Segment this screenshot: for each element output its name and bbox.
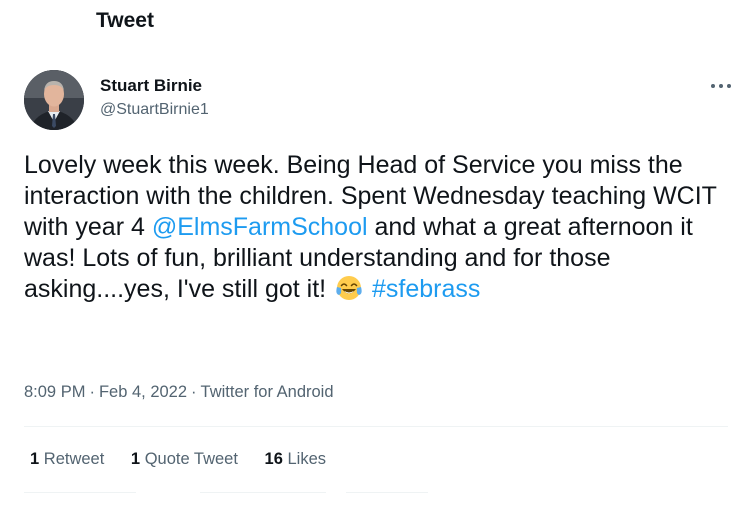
author-name[interactable]: Stuart Birnie [100,76,202,96]
avatar[interactable] [24,70,84,130]
tweet-text: Lovely week this week. Being Head of Ser… [24,150,746,305]
tweet-stats: 1 Retweet 1 Quote Tweet 16 Likes [30,450,348,469]
tweet-meta: 8:09 PM · Feb 4, 2022 · Twitter for Android [24,383,334,402]
divider [24,492,136,493]
more-horizontal-icon [711,84,731,88]
hashtag-link[interactable]: #sfebrass [372,275,480,303]
quote-tweets-stat[interactable]: 1 Quote Tweet [131,450,238,469]
page-title: Tweet [96,9,154,32]
divider [24,426,728,427]
tweet-source-link[interactable]: Twitter for Android [201,383,334,401]
quote-tweets-label: Quote Tweet [144,450,238,468]
divider [346,492,428,493]
face-with-tears-of-joy-icon [335,274,363,302]
mention-link[interactable]: @ElmsFarmSchool [152,213,368,241]
meta-separator: · [191,383,197,401]
retweets-label: Retweet [43,450,105,468]
avatar-photo [24,70,84,130]
tweet-date-link[interactable]: Feb 4, 2022 [99,383,187,401]
divider [200,492,326,493]
likes-count: 16 [264,450,283,468]
tweet-time-link[interactable]: 8:09 PM [24,383,85,401]
meta-separator: · [89,383,95,401]
likes-label: Likes [287,450,327,468]
quote-tweets-count: 1 [130,450,141,468]
author-handle[interactable]: @StuartBirnie1 [100,101,209,119]
likes-stat[interactable]: 16 Likes [265,450,326,469]
retweets-count: 1 [30,450,40,468]
more-options-button[interactable] [708,76,734,96]
retweets-stat[interactable]: 1 Retweet [30,450,104,469]
